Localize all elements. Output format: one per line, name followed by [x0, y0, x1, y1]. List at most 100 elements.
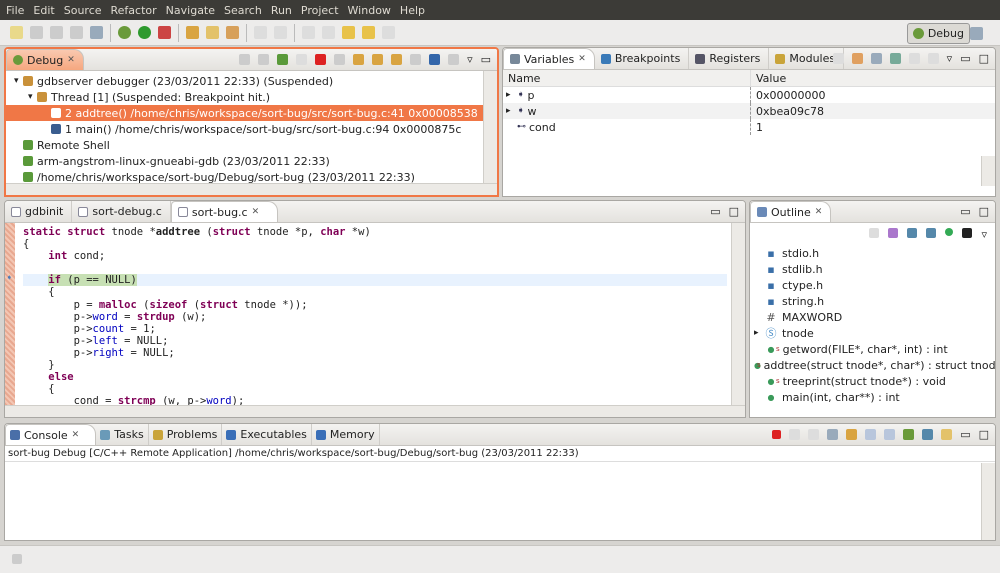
menu-navigate[interactable]: Navigate: [166, 4, 215, 17]
outline-item[interactable]: ▪ string.h: [754, 293, 995, 309]
outline-item[interactable]: ● s addtree(struct tnode*, char*) : struct…: [754, 357, 995, 373]
maximize-icon[interactable]: □: [979, 428, 989, 441]
print-icon[interactable]: [70, 26, 83, 39]
expand-arrow-icon[interactable]: ▸: [506, 106, 514, 116]
tab-tasks[interactable]: Tasks: [96, 424, 149, 445]
close-icon[interactable]: ✕: [252, 207, 260, 217]
outline-item[interactable]: ▪ stdlib.h: [754, 261, 995, 277]
vertical-scrollbar[interactable]: [483, 71, 497, 183]
expand-arrow-icon[interactable]: ▸: [506, 90, 514, 100]
link-with-editor-icon[interactable]: [869, 228, 880, 238]
close-icon[interactable]: ✕: [815, 207, 823, 217]
editor-tab[interactable]: sort-bug.c ✕: [170, 201, 279, 222]
menu-refactor[interactable]: Refactor: [111, 4, 157, 17]
scroll-lock-icon[interactable]: [846, 429, 858, 440]
pin-console-icon[interactable]: [903, 429, 915, 440]
maximize-icon[interactable]: □: [979, 52, 989, 65]
remove-terminated-icon[interactable]: [239, 54, 251, 65]
maximize-icon[interactable]: □: [979, 205, 989, 218]
column-value[interactable]: Value: [751, 70, 791, 86]
hide-non-public-icon[interactable]: [945, 228, 954, 236]
outline-item[interactable]: ▪ stdio.h: [754, 245, 995, 261]
build-icon[interactable]: [90, 26, 103, 39]
terminate-icon[interactable]: [772, 430, 782, 439]
debug-tree-item[interactable]: 1 main() /home/chris/workspace/sort-bug/…: [6, 121, 497, 137]
terminate-icon[interactable]: [315, 54, 327, 65]
drop-to-frame-icon[interactable]: [410, 54, 422, 65]
select-variables-icon[interactable]: [889, 53, 901, 64]
next-annotation-icon[interactable]: [302, 26, 315, 39]
variable-row[interactable]: ▸ ➧ p 0x00000000: [503, 87, 995, 103]
expanded-arrow-icon[interactable]: ▾: [28, 92, 37, 102]
step-over-icon[interactable]: [372, 54, 384, 65]
hide-macros-icon[interactable]: [962, 228, 973, 238]
step-into-icon[interactable]: [353, 54, 365, 65]
annotation-icon[interactable]: [254, 26, 267, 39]
column-name[interactable]: Name: [503, 70, 751, 86]
debug-tree-item[interactable]: Remote Shell: [6, 137, 497, 153]
show-on-stdout-icon[interactable]: [865, 429, 877, 440]
view-menu-icon[interactable]: ▿: [947, 52, 953, 65]
editor-tab[interactable]: gdbinit: [5, 201, 73, 222]
horizontal-scrollbar[interactable]: [6, 183, 497, 195]
prev-annotation-icon[interactable]: [322, 26, 335, 39]
tab-problems[interactable]: Problems: [149, 424, 223, 445]
menu-run[interactable]: Run: [271, 4, 292, 17]
outline-item[interactable]: ▪ ctype.h: [754, 277, 995, 293]
view-menu-icon[interactable]: ▿: [467, 53, 473, 66]
code-editor[interactable]: static struct tnode *addtree (struct tno…: [23, 226, 727, 417]
close-icon[interactable]: ✕: [67, 55, 75, 65]
menu-edit[interactable]: Edit: [33, 4, 54, 17]
add-global-variables-icon[interactable]: [851, 53, 863, 64]
vertical-scrollbar[interactable]: [981, 463, 995, 540]
open-type-icon[interactable]: [186, 26, 199, 39]
open-console-icon[interactable]: [941, 429, 953, 440]
debug-tree-item[interactable]: ▾ gdbserver debugger (23/03/2011 22:33) (…: [6, 73, 497, 89]
open-folder-icon[interactable]: [206, 26, 219, 39]
hide-static-icon[interactable]: [926, 228, 937, 238]
tab-outline[interactable]: Outline ✕: [750, 201, 832, 222]
menu-project[interactable]: Project: [301, 4, 339, 17]
menu-window[interactable]: Window: [348, 4, 391, 17]
debug-tree-item[interactable]: ▾ Thread [1] (Suspended: Breakpoint hit.): [6, 89, 497, 105]
external-tools-icon[interactable]: [158, 26, 171, 39]
suspend-icon[interactable]: [296, 54, 308, 65]
menu-search[interactable]: Search: [224, 4, 262, 17]
minimize-icon[interactable]: ▭: [960, 205, 970, 218]
collapse-all-icon[interactable]: [870, 53, 882, 64]
debug-tree-item[interactable]: 2 addtree() /home/chris/workspace/sort-b…: [6, 105, 497, 121]
new-icon[interactable]: [10, 26, 23, 39]
show-type-names-icon[interactable]: [832, 53, 844, 64]
remove-all-terminated-icon[interactable]: [808, 429, 820, 440]
disconnect-icon[interactable]: [334, 54, 346, 65]
outline-item[interactable]: ● s getword(FILE*, char*, int) : int: [754, 341, 995, 357]
instruction-stepping-icon[interactable]: [429, 54, 441, 65]
variable-row[interactable]: ⊷ cond 1: [503, 119, 995, 135]
step-return-icon[interactable]: [391, 54, 403, 65]
tab-registers[interactable]: Registers: [689, 48, 770, 69]
remove-icon[interactable]: [908, 53, 920, 64]
editor-tab[interactable]: sort-debug.c: [72, 201, 171, 222]
back-icon[interactable]: [362, 26, 375, 39]
tab-debug[interactable]: Debug ✕: [6, 49, 84, 70]
minimize-icon[interactable]: ▭: [960, 52, 970, 65]
minimize-icon[interactable]: ▭: [710, 205, 720, 218]
display-console-icon[interactable]: [922, 429, 934, 440]
forward-icon[interactable]: [382, 26, 395, 39]
outline-item[interactable]: ▸ Ⓢtnode: [754, 325, 995, 341]
fast-view-icon[interactable]: [12, 554, 22, 564]
last-edit-icon[interactable]: [342, 26, 355, 39]
clear-console-icon[interactable]: [827, 429, 839, 440]
resume-icon[interactable]: [277, 54, 289, 65]
expanded-arrow-icon[interactable]: ▾: [14, 76, 23, 86]
minimize-icon[interactable]: ▭: [960, 428, 970, 441]
tab-executables[interactable]: Executables: [222, 424, 312, 445]
annotation-prev-icon[interactable]: [274, 26, 287, 39]
debug-icon[interactable]: [118, 26, 131, 39]
save-icon[interactable]: [30, 26, 43, 39]
close-icon[interactable]: ✕: [72, 430, 80, 440]
horizontal-scrollbar[interactable]: [5, 405, 745, 417]
use-step-filters-icon[interactable]: [448, 54, 460, 65]
maximize-icon[interactable]: □: [729, 205, 739, 218]
variable-row[interactable]: ▸ ➧ w 0xbea09c78: [503, 103, 995, 119]
